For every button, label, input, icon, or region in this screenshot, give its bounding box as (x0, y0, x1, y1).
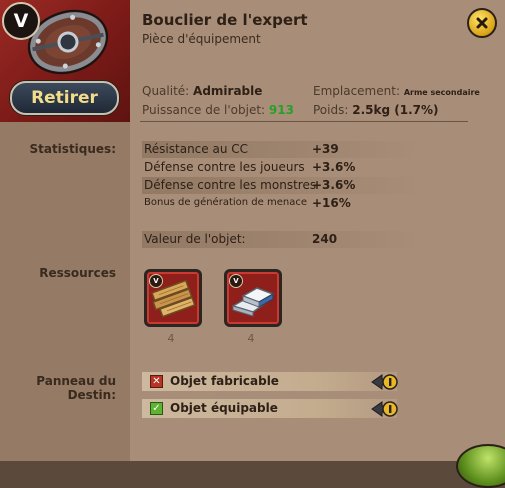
destiny-row-label: Objet fabricable (170, 374, 279, 388)
tier-badge: V (2, 2, 40, 40)
stat-row: Résistance au CC +39 (142, 141, 422, 158)
left-label-column (0, 122, 130, 461)
destiny-row-label: Objet équipable (170, 401, 278, 415)
item-value-label: Valeur de l'objet: (144, 232, 246, 246)
item-value-row: Valeur de l'objet: 240 (142, 231, 422, 248)
item-title: Bouclier de l'expert (142, 11, 308, 29)
corner-button[interactable] (456, 444, 505, 488)
weight-value: 2.5kg (1.7%) (352, 103, 439, 117)
resource-tier-badge: V (149, 274, 163, 288)
destiny-link-icon[interactable] (370, 373, 398, 391)
resource-slot-wood[interactable]: V (144, 269, 202, 327)
quality-label: Qualité: (142, 84, 190, 98)
quality-value: Admirable (193, 84, 263, 98)
stat-name: Défense contre les joueurs (144, 160, 305, 174)
check-icon: ✓ (150, 402, 163, 415)
close-button[interactable] (467, 8, 497, 38)
item-type: Pièce d'équipement (142, 32, 261, 46)
stat-value: +3.6% (312, 160, 356, 174)
quality-row: Qualité: Admirable (142, 84, 262, 98)
destiny-link-icon[interactable] (370, 400, 398, 418)
divider (140, 121, 468, 122)
slot-value: Arme secondaire (403, 88, 480, 97)
item-value: 240 (312, 232, 338, 246)
stat-value: +39 (312, 142, 339, 156)
stat-name: Défense contre les monstres (144, 178, 317, 192)
destiny-label-line2: Destin: (67, 388, 116, 402)
stat-name: Bonus de génération de menace (144, 197, 307, 208)
weight-label: Poids: (313, 103, 349, 117)
destiny-row-equipable[interactable]: ✓ Objet équipable (142, 399, 398, 418)
stat-value: +16% (312, 196, 351, 210)
close-icon (476, 17, 488, 29)
destiny-row-craftable[interactable]: ✕ Objet fabricable (142, 372, 398, 391)
stat-name: Résistance au CC (144, 142, 249, 156)
destiny-label-line1: Panneau du (36, 374, 116, 388)
resource-tier-badge: V (229, 274, 243, 288)
remove-button[interactable]: Retirer (10, 81, 119, 115)
item-portrait: V Retirer (0, 0, 130, 122)
stat-value: +3.6% (312, 178, 356, 192)
cross-icon: ✕ (150, 375, 163, 388)
resources-label: Ressources (39, 266, 116, 280)
stats-label: Statistiques: (29, 142, 116, 156)
resource-count: 4 (167, 332, 175, 345)
resource-slot-metal[interactable]: V (224, 269, 282, 327)
resource-count: 4 (247, 332, 255, 345)
power-label: Puissance de l'objet: (142, 103, 266, 117)
slot-row: Emplacement: Arme secondaire (313, 84, 480, 98)
power-row: Puissance de l'objet: 913 (142, 103, 294, 117)
destiny-label: Panneau du Destin: (20, 374, 116, 402)
stat-row: Défense contre les monstres +3.6% (142, 177, 422, 194)
power-value: 913 (268, 103, 294, 117)
weight-row: Poids: 2.5kg (1.7%) (313, 103, 439, 117)
slot-label: Emplacement: (313, 84, 400, 98)
